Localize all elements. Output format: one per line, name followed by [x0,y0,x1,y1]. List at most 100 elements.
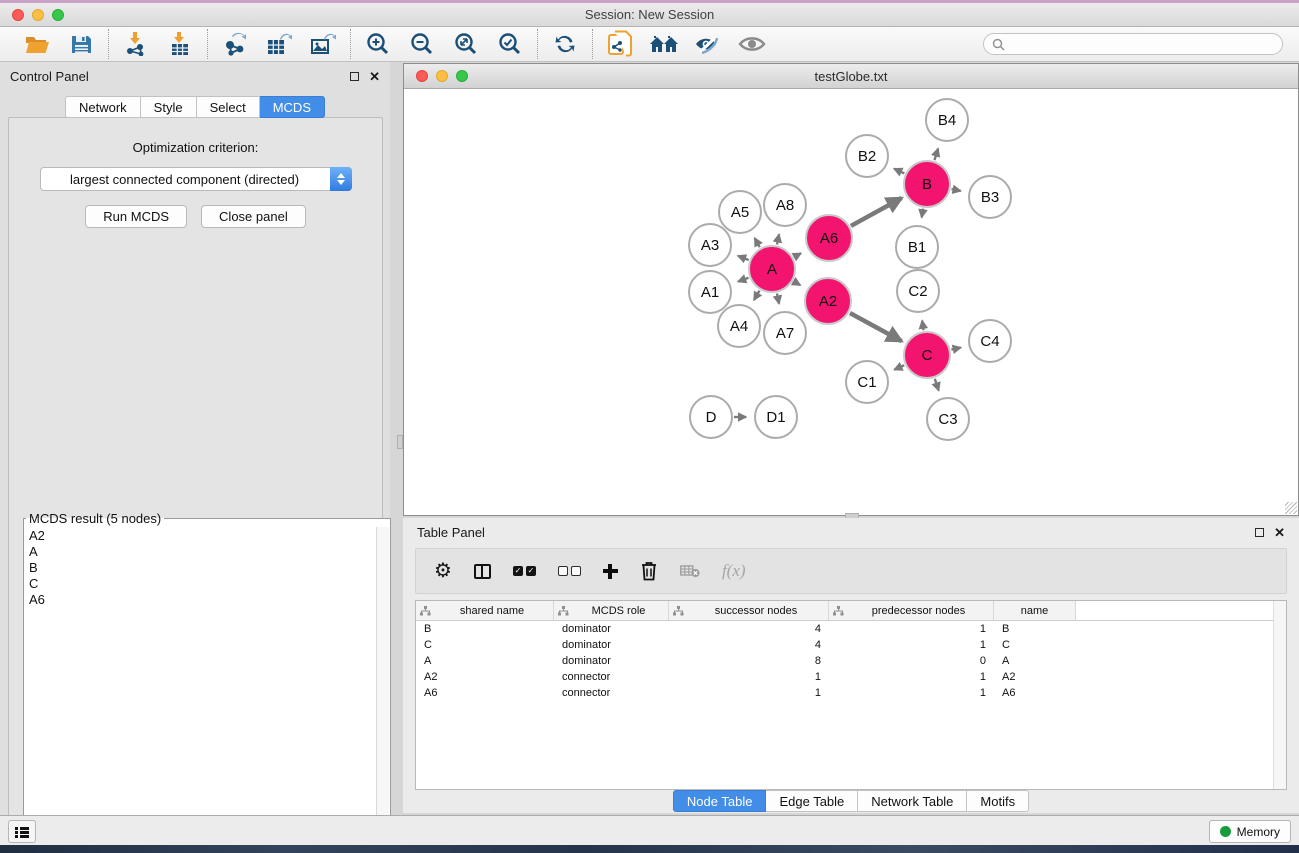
graph-node-C1[interactable]: C1 [846,361,888,403]
graph-node-C4[interactable]: C4 [969,320,1011,362]
graph-node-B[interactable]: B [904,161,950,207]
graph-node-B3[interactable]: B3 [969,176,1011,218]
search-field[interactable] [983,33,1283,55]
graph-node-A3[interactable]: A3 [689,224,731,266]
graph-node-A1[interactable]: A1 [689,271,731,313]
mcds-result-item[interactable]: A2 [29,528,376,544]
delete-table-button[interactable] [680,556,700,586]
graph-node-B2[interactable]: B2 [846,135,888,177]
mcds-result-item[interactable]: A6 [29,592,376,608]
table-row[interactable]: Cdominator41C [416,637,1286,653]
window-resize-grip[interactable] [1285,502,1297,514]
close-table-panel-icon[interactable]: ✕ [1274,526,1285,539]
import-network-button[interactable] [121,30,151,58]
graph-node-A5[interactable]: A5 [719,191,761,233]
criterion-dropdown[interactable]: largest connected component (directed) [40,167,352,191]
graph-edge-A-A4[interactable] [754,291,759,300]
graph-node-B4[interactable]: B4 [926,99,968,141]
graph-edge-B-B3[interactable] [951,189,960,191]
zoom-fit-button[interactable] [451,30,481,58]
tab-network[interactable]: Network [65,96,141,118]
graph-node-D1[interactable]: D1 [755,396,797,438]
add-column-button[interactable] [603,556,618,586]
column-header-name[interactable]: name [994,601,1076,620]
save-session-button[interactable] [66,30,96,58]
graph-node-B1[interactable]: B1 [896,226,938,268]
graph-node-A8[interactable]: A8 [764,184,806,226]
float-table-panel-icon[interactable] [1255,528,1264,537]
graph-node-A7[interactable]: A7 [764,312,806,354]
select-all-button[interactable]: ✓✓ [513,556,536,586]
export-table-button[interactable] [264,30,294,58]
delete-column-button[interactable] [640,556,658,586]
mcds-result-item[interactable]: A [29,544,376,560]
graph-edge-A-A3[interactable] [738,256,749,260]
memory-button[interactable]: Memory [1209,820,1291,843]
graph-edge-A6-B[interactable] [851,198,902,226]
tab-style[interactable]: Style [141,96,197,118]
graph-edge-A-A5[interactable] [755,238,760,247]
graph-node-C2[interactable]: C2 [897,270,939,312]
column-header-MCDS-role[interactable]: MCDS role [554,601,669,620]
tab-edge-table[interactable]: Edge Table [766,790,858,812]
table-scrollbar[interactable] [1273,601,1286,789]
close-panel-button[interactable]: Close panel [201,205,306,228]
result-list-scrollbar[interactable] [376,527,389,849]
graph-edge-C-C4[interactable] [951,348,960,350]
graph-node-D[interactable]: D [690,396,732,438]
column-header-predecessor-nodes[interactable]: predecessor nodes [829,601,994,620]
close-panel-icon[interactable]: ✕ [369,70,380,83]
column-header-shared-name[interactable]: shared name [416,601,554,620]
open-session-button[interactable] [605,30,635,58]
graph-node-A[interactable]: A [749,246,795,292]
network-canvas[interactable]: B4 B2 B B3 B1 A5A8A6 A3 A C2 A1 A2 A4A7 C4 C C1 D D1 C3 [404,89,1298,515]
table-row[interactable]: A2connector11A2 [416,669,1286,685]
open-file-button[interactable] [22,30,52,58]
toggle-column-view-button[interactable] [474,556,491,586]
graph-edge-A-A7[interactable] [777,293,779,303]
zoom-out-button[interactable] [407,30,437,58]
graph-edge-A-A6[interactable] [794,253,801,257]
graph-edge-B-B4[interactable] [934,149,938,161]
graph-edge-A-A2[interactable] [794,281,801,285]
tab-mcds[interactable]: MCDS [260,96,325,118]
graph-node-C3[interactable]: C3 [927,398,969,440]
show-annotations-button[interactable] [737,30,767,58]
export-image-button[interactable] [308,30,338,58]
graph-edge-C-C2[interactable] [922,321,923,331]
graph-node-C[interactable]: C [904,332,950,378]
graph-edge-B-B2[interactable] [894,169,904,174]
hide-annotations-button[interactable] [693,30,723,58]
deselect-all-button[interactable] [558,556,581,586]
float-panel-icon[interactable] [350,72,359,81]
tab-select[interactable]: Select [197,96,260,118]
run-mcds-button[interactable]: Run MCDS [85,205,187,228]
graph-node-A6[interactable]: A6 [806,215,852,261]
export-network-button[interactable] [220,30,250,58]
graph-edge-A-A8[interactable] [777,234,779,244]
split-pane-handle-vertical[interactable] [397,435,403,449]
home-view-button[interactable] [649,30,679,58]
mcds-result-item[interactable]: B [29,560,376,576]
search-input[interactable] [1009,37,1274,51]
tab-network-table[interactable]: Network Table [858,790,967,812]
tab-node-table[interactable]: Node Table [673,790,767,812]
graph-node-A2[interactable]: A2 [805,278,851,324]
column-header-successor-nodes[interactable]: successor nodes [669,601,829,620]
task-history-button[interactable] [8,820,36,843]
zoom-in-button[interactable] [363,30,393,58]
refresh-view-button[interactable] [550,30,580,58]
table-row[interactable]: Bdominator41B [416,621,1286,637]
graph-node-A4[interactable]: A4 [718,305,760,347]
import-table-button[interactable] [165,30,195,58]
graph-edge-C-C3[interactable] [935,379,939,391]
tab-motifs[interactable]: Motifs [967,790,1029,812]
table-row[interactable]: Adominator80A [416,653,1286,669]
graph-edge-C-C1[interactable] [894,365,904,369]
graph-edge-A2-C[interactable] [850,313,902,341]
table-row[interactable]: A6connector11A6 [416,685,1286,701]
zoom-selected-button[interactable] [495,30,525,58]
table-settings-button[interactable]: ⚙ [434,556,452,586]
graph-edge-A-A1[interactable] [738,278,748,282]
function-builder-button[interactable]: f(x) [722,556,746,586]
